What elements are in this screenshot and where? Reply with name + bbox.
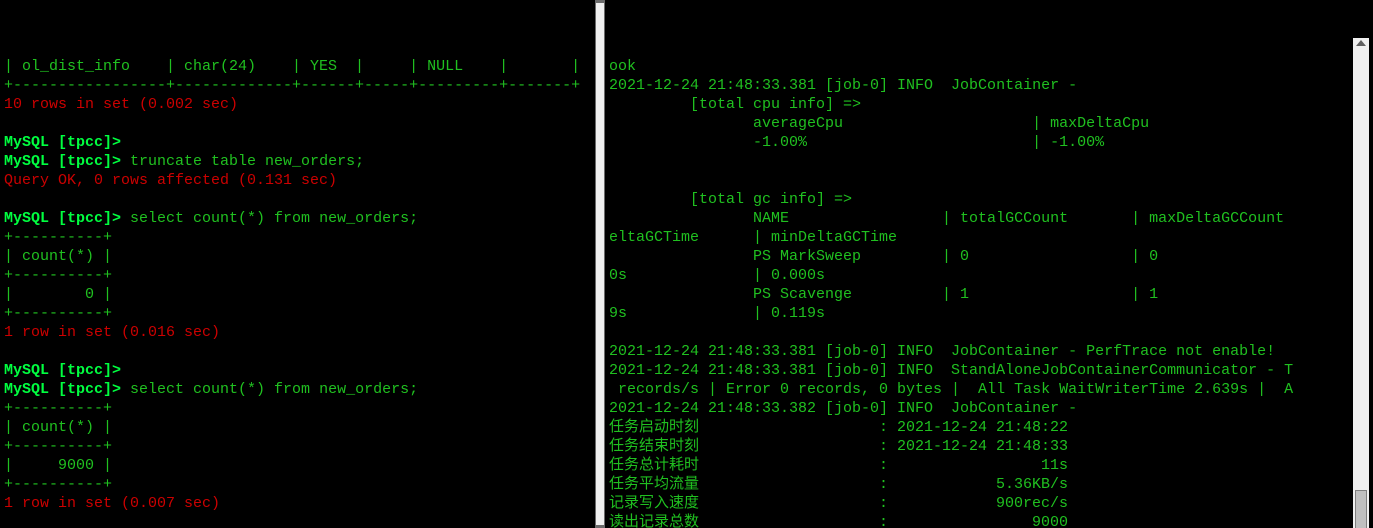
log-communicator: 2021-12-24 21:48:33.381 [job-0] INFO Sta… (609, 362, 1293, 379)
log-ook: ook (609, 58, 636, 75)
count-sep: +----------+ (4, 476, 112, 493)
row-in-set-016: 1 row in set (0.016 sec) (4, 324, 220, 341)
summary-total-time: 任务总计耗时 : 11s (609, 457, 1068, 474)
truncate-cmd: truncate table new_orders; (121, 153, 364, 170)
count-sep: +----------+ (4, 229, 112, 246)
count-header: | count(*) | (4, 248, 112, 265)
summary-avg-flow: 任务平均流量 : 5.36KB/s (609, 476, 1068, 493)
count-sep: +----------+ (4, 438, 112, 455)
mysql-prompt: MySQL [tpcc]> (4, 362, 121, 379)
summary-read-total: 读出记录总数 : 9000 (609, 514, 1068, 528)
pane-divider[interactable] (595, 0, 605, 528)
log-gc-row1b: 0s | 0.000s (609, 267, 942, 284)
scroll-up-icon[interactable] (1356, 40, 1366, 46)
log-gc-row2a: PS Scavenge | 1 | 1 (609, 286, 1293, 303)
log-perftrace: 2021-12-24 21:48:33.381 [job-0] INFO Job… (609, 343, 1275, 360)
count-value-9000: | 9000 | (4, 457, 112, 474)
count-sep: +----------+ (4, 305, 112, 322)
count-sep: +----------+ (4, 267, 112, 284)
log-gc-row2b: 9s | 0.119s (609, 305, 942, 322)
table-desc-row: | ol_dist_info | char(24) | YES | | NULL… (4, 58, 580, 75)
scrollbar-track[interactable] (1353, 48, 1369, 528)
log-gc-cols2: eltaGCTime | minDeltaGCTime (609, 229, 942, 246)
count-header: | count(*) | (4, 419, 112, 436)
count-sep: +----------+ (4, 400, 112, 417)
log-cpu-cols: averageCpu | maxDeltaCpu (609, 115, 1329, 132)
log-cpu-header: [total cpu info] => (609, 96, 870, 113)
split-container: | ol_dist_info | char(24) | YES | | NULL… (0, 0, 1373, 528)
select-line-2: MySQL [tpcc]> select count(*) from new_o… (4, 381, 418, 398)
table-separator: +-----------------+-------------+------+… (4, 77, 580, 94)
select-cmd-1: select count(*) from new_orders; (121, 210, 418, 227)
summary-write-speed: 记录写入速度 : 900rec/s (609, 495, 1068, 512)
scrollbar[interactable] (1353, 38, 1369, 528)
mysql-prompt: MySQL [tpcc]> (4, 134, 121, 151)
summary-end-time: 任务结束时刻 : 2021-12-24 21:48:33 (609, 438, 1068, 455)
log-gc-row1a: PS MarkSweep | 0 | 0 (609, 248, 1293, 265)
mysql-prompt-text: MySQL [tpcc]> (4, 153, 121, 170)
select-cmd-2: select count(*) from new_orders; (121, 381, 418, 398)
row-in-set-007: 1 row in set (0.007 sec) (4, 495, 220, 512)
log-cpu-vals: -1.00% | -1.00% (609, 134, 1104, 151)
mysql-prompt-text: MySQL [tpcc]> (4, 210, 121, 227)
scrollbar-thumb[interactable] (1355, 490, 1367, 528)
count-value-0: | 0 | (4, 286, 112, 303)
log-communicator-cont: records/s | Error 0 records, 0 bytes | A… (609, 381, 1293, 398)
log-jobcontainer-1: 2021-12-24 21:48:33.381 [job-0] INFO Job… (609, 77, 1086, 94)
mysql-prompt-text: MySQL [tpcc]> (4, 381, 121, 398)
log-jobcontainer-2: 2021-12-24 21:48:33.382 [job-0] INFO Job… (609, 400, 1086, 417)
select-line-1: MySQL [tpcc]> select count(*) from new_o… (4, 210, 418, 227)
truncate-line: MySQL [tpcc]> truncate table new_orders; (4, 153, 364, 170)
log-gc-header: [total gc info] => (609, 191, 861, 208)
query-ok: Query OK, 0 rows affected (0.131 sec) (4, 172, 337, 189)
log-gc-cols: NAME | totalGCCount | maxDeltaGCCount (609, 210, 1284, 227)
summary-start-time: 任务启动时刻 : 2021-12-24 21:48:22 (609, 419, 1068, 436)
rows-in-set-10: 10 rows in set (0.002 sec) (4, 96, 238, 113)
left-terminal-pane[interactable]: | ol_dist_info | char(24) | YES | | NULL… (0, 0, 595, 528)
right-terminal-pane[interactable]: ook 2021-12-24 21:48:33.381 [job-0] INFO… (605, 0, 1373, 528)
